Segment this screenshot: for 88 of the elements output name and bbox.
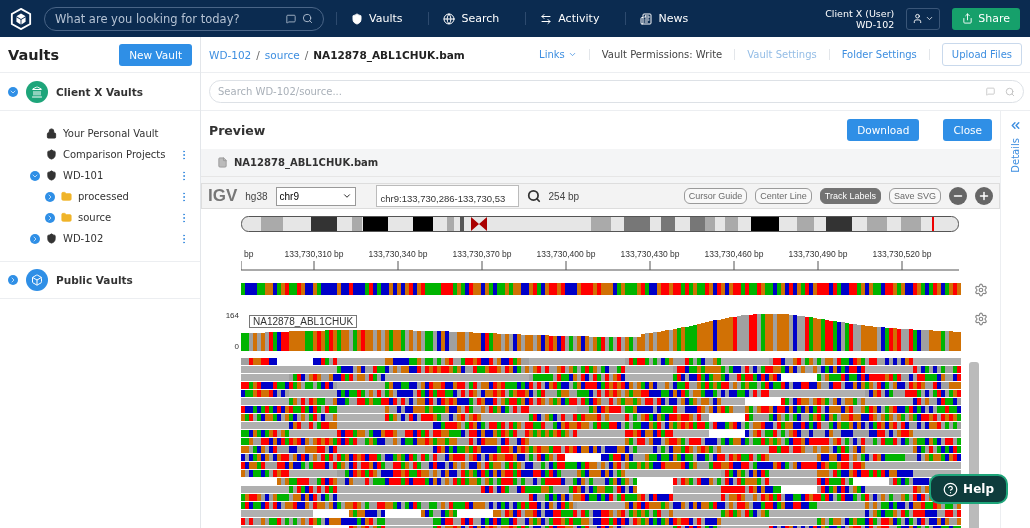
expand-toggle[interactable] xyxy=(45,191,55,202)
settings-icon[interactable] xyxy=(974,283,988,297)
expand-toggle[interactable] xyxy=(45,212,55,223)
user-menu-button[interactable] xyxy=(906,7,941,30)
locus-field[interactable]: chr9:133,730,286-133,730,53 xyxy=(375,185,519,207)
breadcrumb-separator: / xyxy=(256,48,260,61)
window-width-text: 254 bp xyxy=(548,190,580,202)
folder-settings-link[interactable]: Folder Settings xyxy=(829,49,930,60)
shield-icon xyxy=(351,12,363,25)
expand-toggle[interactable] xyxy=(8,86,18,97)
caret-icon xyxy=(567,50,577,59)
preview-title: Preview xyxy=(209,122,266,138)
tree-item[interactable]: source xyxy=(78,212,172,223)
breadcrumb-separator: / xyxy=(304,48,309,61)
arrows-icon xyxy=(540,12,553,25)
nav-link[interactable]: Vaults xyxy=(336,12,417,25)
folder-icon xyxy=(61,212,72,223)
search-icon[interactable] xyxy=(302,13,313,24)
ruler-label: 133,730,520 bp xyxy=(872,249,932,259)
ruler-label: 133,730,400 bp xyxy=(536,249,596,259)
file-icon xyxy=(217,157,228,168)
scale-max: 164 xyxy=(225,311,239,320)
toggle-button[interactable]: Cursor Guide xyxy=(683,188,748,204)
settings-icon[interactable] xyxy=(974,312,988,326)
user-name: Client X (User) xyxy=(825,7,895,19)
help-icon xyxy=(943,481,959,497)
vault-group[interactable]: Public Vaults xyxy=(56,274,133,286)
help-button[interactable]: Help xyxy=(929,474,1008,504)
user-vault: WD-102 xyxy=(854,18,895,30)
globe-icon xyxy=(443,12,456,25)
ruler-label: 133,730,370 bp xyxy=(452,249,512,259)
caret-icon xyxy=(341,191,352,201)
zoom-out-icon[interactable] xyxy=(949,187,967,205)
breadcrumb-link[interactable]: WD-102 xyxy=(209,48,252,61)
lock-icon xyxy=(46,128,57,139)
permissions-label: Vault Permissions: Write xyxy=(589,49,736,60)
ruler-label: 133,730,310 bp xyxy=(284,249,344,259)
chat-icon[interactable] xyxy=(286,13,296,24)
tree-item[interactable]: Comparison Projects xyxy=(63,149,172,160)
ruler-label: 133,730,460 bp xyxy=(704,249,764,259)
chevron-right-icon xyxy=(46,213,54,222)
tree-item[interactable]: WD-102 xyxy=(63,233,172,244)
ruler-label: 133,730,340 bp xyxy=(368,249,428,259)
search-icon[interactable] xyxy=(526,189,541,203)
tree-item[interactable]: Your Personal Vault xyxy=(63,128,190,139)
user-icon xyxy=(912,13,924,24)
logo-icon[interactable] xyxy=(10,7,32,30)
file-name: NA12878_ABL1CHUK.bam xyxy=(234,157,379,168)
expand-toggle[interactable] xyxy=(8,275,18,285)
chromosome-select[interactable]: chr9 xyxy=(275,186,356,206)
vault-group[interactable]: Client X Vaults xyxy=(56,85,143,98)
genome-label: hg38 xyxy=(245,190,268,202)
share-icon xyxy=(962,13,974,24)
track-label: NA12878_ABL1CHUK xyxy=(249,315,358,328)
breadcrumb-link[interactable]: NA12878_ABL1CHUK.bam xyxy=(313,48,465,61)
sidebar-title: Vaults xyxy=(8,46,60,63)
chevron-right-icon xyxy=(9,276,17,284)
tree-item[interactable]: WD-101 xyxy=(63,170,172,181)
toggle-button[interactable]: Track Labels xyxy=(819,188,881,204)
breadcrumb-link[interactable]: source xyxy=(264,48,300,61)
upload-files-button[interactable]: Upload Files xyxy=(941,43,1022,66)
cube-icon xyxy=(26,269,48,291)
igv-logo: IGV xyxy=(208,186,238,206)
chevron-right-icon xyxy=(46,192,54,201)
newspaper-icon xyxy=(640,12,653,25)
nav-link[interactable]: Activity xyxy=(525,12,614,25)
links-menu[interactable]: Links xyxy=(527,49,590,60)
nav-link[interactable]: Search xyxy=(428,12,514,25)
shield-icon xyxy=(46,233,57,244)
zoom-in-icon[interactable] xyxy=(975,187,993,205)
nav-link[interactable]: News xyxy=(625,12,703,25)
save-svg-button[interactable]: Save SVG xyxy=(888,188,941,204)
bank-icon xyxy=(26,80,48,103)
shield-icon xyxy=(46,170,57,181)
ruler-label: bp xyxy=(244,249,254,259)
tree-item[interactable]: processed xyxy=(78,191,172,202)
chevron-right-icon xyxy=(31,234,39,243)
collapse-icon[interactable] xyxy=(1009,119,1022,132)
scale-min: 0 xyxy=(234,342,239,351)
caret-icon xyxy=(925,14,935,23)
ruler-label: 133,730,430 bp xyxy=(620,249,680,259)
ruler-label: 133,730,490 bp xyxy=(788,249,848,259)
toggle-button[interactable]: Center Line xyxy=(755,188,812,204)
details-tab[interactable]: Details xyxy=(1010,138,1021,173)
expand-toggle[interactable] xyxy=(30,233,40,244)
expand-toggle[interactable] xyxy=(30,170,40,181)
shield-icon xyxy=(46,149,57,160)
folder-icon xyxy=(61,191,72,202)
